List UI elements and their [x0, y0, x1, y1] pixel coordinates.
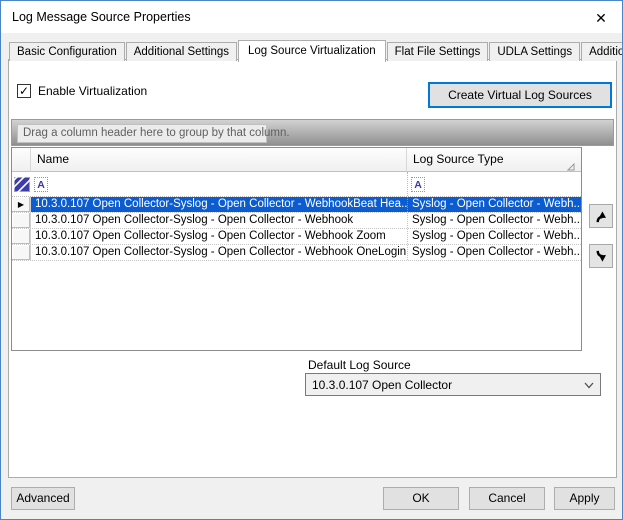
filter-cell-name: A [31, 172, 407, 196]
cell-log-source-type[interactable]: Syslog - Open Collector - Webh... [407, 197, 581, 212]
tab-flat-file-settings[interactable]: Flat File Settings [387, 42, 489, 61]
clear-filter-icon[interactable] [14, 177, 30, 192]
text-filter-icon[interactable]: A [34, 177, 48, 192]
tab-udla-settings[interactable]: UDLA Settings [489, 42, 580, 61]
tab-additional-info[interactable]: Additional Info [581, 42, 623, 61]
cancel-button[interactable]: Cancel [469, 487, 545, 510]
row-indicator[interactable] [12, 213, 31, 228]
titlebar[interactable]: Log Message Source Properties ✕ [1, 1, 622, 33]
dropdown-selected-value: 10.3.0.107 Open Collector [312, 378, 578, 392]
advanced-button[interactable]: Advanced [11, 487, 75, 510]
cell-name[interactable]: 10.3.0.107 Open Collector-Syslog - Open … [31, 197, 407, 212]
group-by-bar[interactable]: Drag a column header here to group by th… [11, 119, 614, 146]
column-header-log-source-type[interactable]: Log Source Type [407, 148, 581, 172]
row-indicator[interactable] [12, 245, 31, 260]
move-down-button[interactable] [589, 244, 613, 268]
row-indicator[interactable] [12, 229, 31, 244]
apply-button[interactable]: Apply [554, 487, 615, 510]
create-virtual-log-sources-button[interactable]: Create Virtual Log Sources [428, 82, 612, 108]
grid-body: ▶ 10.3.0.107 Open Collector-Syslog - Open… [12, 197, 581, 261]
column-header-label: Log Source Type [413, 152, 504, 166]
cell-log-source-type[interactable]: Syslog - Open Collector - Webh... [407, 245, 581, 260]
dialog-log-message-source-properties: Log Message Source Properties ✕ Basic Co… [0, 0, 623, 520]
filter-stub [12, 172, 31, 197]
cell-name[interactable]: 10.3.0.107 Open Collector-Syslog - Open … [31, 229, 407, 244]
default-log-source-dropdown[interactable]: 10.3.0.107 Open Collector [305, 373, 601, 396]
tab-log-source-virtualization[interactable]: Log Source Virtualization [238, 40, 386, 62]
window-title: Log Message Source Properties [12, 10, 191, 24]
default-log-source-label: Default Log Source [308, 358, 411, 372]
sort-ascending-icon [567, 156, 575, 172]
cell-log-source-type[interactable]: Syslog - Open Collector - Webh... [407, 229, 581, 244]
row-indicator[interactable]: ▶ [12, 197, 31, 212]
move-up-button[interactable] [589, 204, 613, 228]
grid-header-row: Name Log Source Type [12, 148, 581, 172]
group-by-hint: Drag a column header here to group by th… [17, 124, 267, 143]
tab-additional-settings[interactable]: Additional Settings [126, 42, 237, 61]
enable-virtualization-row: ✓ Enable Virtualization [17, 84, 147, 98]
cell-name[interactable]: 10.3.0.107 Open Collector-Syslog - Open … [31, 213, 407, 228]
table-row[interactable]: 10.3.0.107 Open Collector-Syslog - Open … [12, 213, 581, 229]
tab-basic-configuration[interactable]: Basic Configuration [9, 42, 125, 61]
chevron-down-icon [578, 378, 600, 392]
arrow-down-icon [594, 249, 609, 264]
table-row[interactable]: ▶ 10.3.0.107 Open Collector-Syslog - Open… [12, 197, 581, 213]
enable-virtualization-checkbox[interactable]: ✓ [17, 84, 31, 98]
arrow-up-icon [594, 209, 609, 224]
table-row[interactable]: 10.3.0.107 Open Collector-Syslog - Open … [12, 229, 581, 245]
cell-log-source-type[interactable]: Syslog - Open Collector - Webh... [407, 213, 581, 228]
grid-filter-row: A A [12, 172, 581, 197]
virtual-log-sources-grid: Name Log Source Type A A ▶10.3.0 [11, 147, 582, 351]
enable-virtualization-label: Enable Virtualization [38, 84, 147, 98]
ok-button[interactable]: OK [383, 487, 459, 510]
current-row-marker-icon: ▶ [18, 200, 24, 209]
close-icon[interactable]: ✕ [591, 8, 611, 28]
tab-strip: Basic ConfigurationAdditional SettingsLo… [9, 39, 623, 61]
table-row[interactable]: 10.3.0.107 Open Collector-Syslog - Open … [12, 245, 581, 261]
column-header-name[interactable]: Name [31, 148, 407, 172]
filter-cell-log-source-type: A [407, 172, 581, 196]
grid-header-stub [12, 148, 31, 172]
cell-name[interactable]: 10.3.0.107 Open Collector-Syslog - Open … [31, 245, 407, 260]
text-filter-icon[interactable]: A [411, 177, 425, 192]
